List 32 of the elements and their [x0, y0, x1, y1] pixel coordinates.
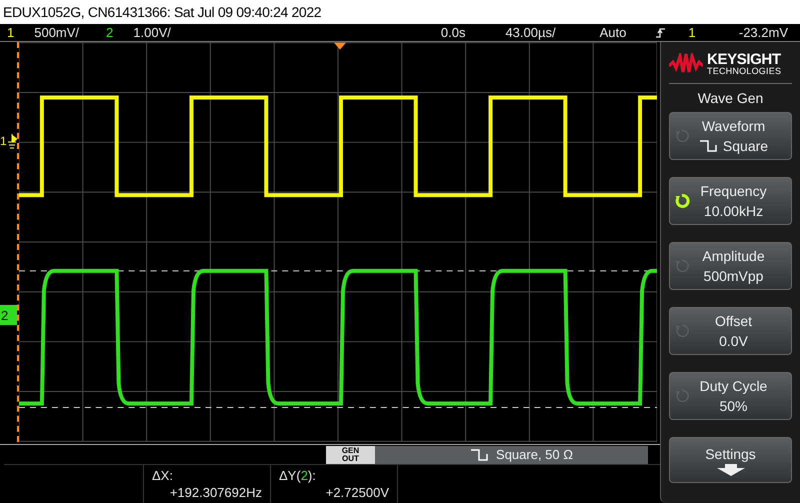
measurement-label: ΔY(2):	[279, 467, 317, 484]
channel-scale: 1.00V/	[133, 26, 171, 39]
trigger-level: -23.2mV	[738, 26, 788, 39]
channel-number[interactable]: 2	[106, 26, 114, 39]
softkey[interactable]: Amplitude 500mVpp	[669, 242, 792, 290]
softkey[interactable]: Settings	[669, 437, 792, 483]
softkey[interactable]: Offset 0.0V	[669, 307, 792, 355]
brand-subtitle: TECHNOLOGIES	[707, 66, 782, 76]
menu-title: Wave Gen	[696, 89, 764, 108]
softkey[interactable]: Waveform Square	[669, 112, 792, 160]
channel-number[interactable]: 1	[7, 26, 14, 39]
measurement-label: ΔX:	[152, 467, 174, 484]
channel-scale: 500mV/	[34, 26, 80, 39]
measurement-value: +2.72500V	[326, 484, 389, 501]
ground-icon	[6, 132, 17, 150]
down-arrow-icon	[716, 464, 746, 476]
time-offset: 0.0s	[440, 26, 466, 39]
square-wave-icon	[470, 448, 490, 460]
rising-edge-icon	[656, 26, 666, 38]
measurement-value: +192.307692Hz	[170, 484, 262, 501]
channel-marker[interactable]: 2	[0, 305, 17, 325]
keysight-logo-icon	[669, 52, 703, 74]
timebase-scale: 43.00µs/	[505, 26, 556, 39]
gen-out-summary: Square, 50 Ω	[496, 446, 573, 464]
trigger-mode: Auto	[600, 26, 626, 39]
trigger-source: 1	[688, 26, 696, 39]
channel-marker[interactable]: 1	[0, 135, 7, 147]
title-bar: EDUX1052G, CN61431366: Sat Jul 09 09:40:24 2022	[0, 0, 800, 24]
gen-out-button[interactable]: GEN OUT	[326, 446, 375, 464]
softkey[interactable]: Frequency 10.00kHz	[669, 177, 792, 225]
brand-name: KEYSIGHT	[707, 52, 782, 66]
softkey[interactable]: Duty Cycle 50%	[669, 372, 792, 420]
